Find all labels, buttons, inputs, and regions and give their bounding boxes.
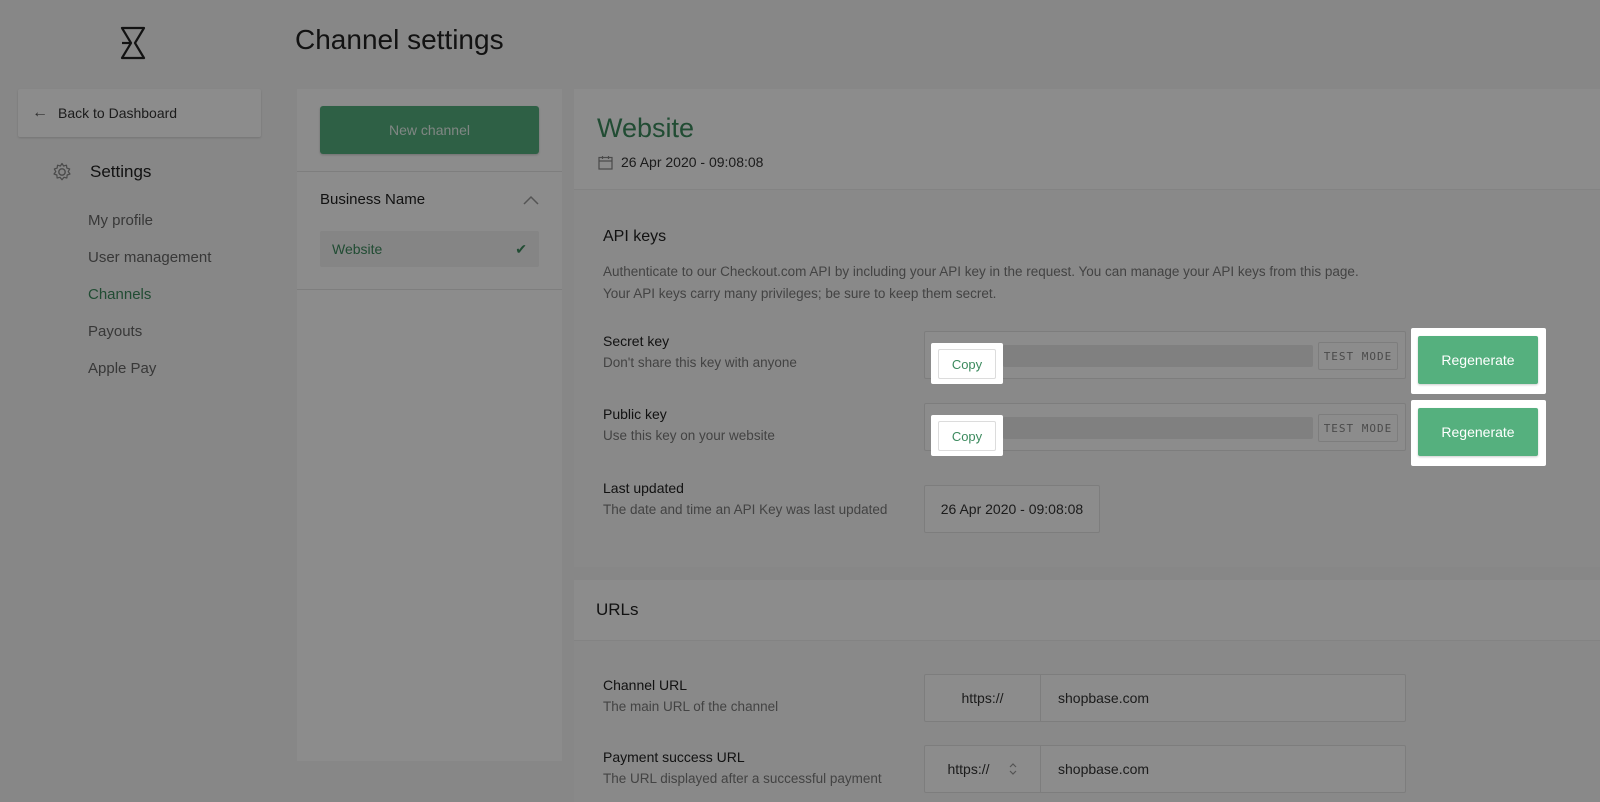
channel-header: Website 26 Apr 2020 - 09:08:08 — [574, 89, 1600, 189]
api-keys-title: API keys — [603, 228, 667, 245]
secret-key-value — [1003, 345, 1313, 367]
channel-url-label: Channel URL — [603, 677, 688, 693]
page-title: Channel settings — [295, 24, 504, 55]
hourglass-logo-icon — [120, 26, 146, 60]
channel-url-hint: The main URL of the channel — [603, 699, 779, 714]
new-channel-button[interactable]: New channel — [320, 106, 539, 154]
select-arrows-icon — [1009, 763, 1016, 775]
back-to-dashboard-label: Back to Dashboard — [58, 105, 178, 121]
channel-url-input[interactable]: shopbase.com — [1041, 675, 1405, 721]
secret-key-copy-button[interactable]: Copy — [938, 349, 996, 379]
success-url-label: Payment success URL — [603, 749, 745, 765]
channel-url-field: https:// shopbase.com — [924, 674, 1406, 722]
arrow-left-icon: ← — [32, 104, 48, 121]
secret-key-regenerate-button[interactable]: Regenerate — [1418, 336, 1538, 384]
api-keys-description-line-1: Authenticate to our Checkout.com API by … — [603, 264, 1359, 279]
gear-icon — [53, 162, 71, 181]
api-keys-description-line-2: Your API keys carry many privileges; be … — [603, 286, 997, 301]
public-key-hint: Use this key on your website — [603, 428, 775, 443]
last-updated-value: 26 Apr 2020 - 09:08:08 — [924, 485, 1100, 533]
settings-heading: Settings — [52, 162, 151, 182]
channel-url-protocol[interactable]: https:// — [925, 675, 1041, 721]
sidebar-item-payouts[interactable]: Payouts — [88, 321, 211, 358]
secret-key-regenerate-highlight: Regenerate — [1411, 328, 1546, 394]
public-key-copy-button[interactable]: Copy — [938, 421, 996, 451]
sidebar-item-user-management[interactable]: User management — [88, 247, 211, 284]
divider — [297, 289, 562, 290]
urls-section-header: URLs — [574, 580, 1600, 640]
channel-list-panel: New channel Business Name Website ✔ — [297, 89, 562, 761]
last-updated-label: Last updated — [603, 480, 684, 496]
urls-section-body: Channel URL The main URL of the channel … — [574, 640, 1600, 802]
business-name: Business Name — [320, 191, 426, 208]
sidebar-item-my-profile[interactable]: My profile — [88, 210, 211, 247]
sidebar-item-apple-pay[interactable]: Apple Pay — [88, 358, 211, 395]
public-key-label: Public key — [603, 406, 667, 422]
channel-title: Website — [597, 113, 695, 143]
public-key-regenerate-button[interactable]: Regenerate — [1418, 408, 1538, 456]
settings-nav: My profile User management Channels Payo… — [88, 210, 211, 395]
back-to-dashboard-button[interactable]: ← Back to Dashboard — [18, 89, 261, 137]
channel-url-protocol-value: https:// — [961, 690, 1004, 706]
business-group-header[interactable]: Business Name — [320, 191, 539, 208]
secret-key-copy-highlight: Copy — [931, 343, 1003, 384]
api-keys-description: Authenticate to our Checkout.com API by … — [603, 261, 1403, 305]
secret-key-label: Secret key — [603, 333, 670, 349]
channel-item-label: Website — [332, 241, 383, 257]
last-updated-hint: The date and time an API Key was last up… — [603, 502, 888, 517]
calendar-icon — [598, 155, 613, 170]
channel-item-website[interactable]: Website ✔ — [320, 231, 539, 267]
public-key-value — [1003, 417, 1313, 439]
secret-key-mode-badge: TEST MODE — [1318, 342, 1398, 370]
urls-title: URLs — [596, 600, 639, 619]
success-url-input[interactable]: shopbase.com — [1041, 746, 1405, 792]
checkmark-icon: ✔ — [515, 240, 527, 257]
sidebar-item-channels[interactable]: Channels — [88, 284, 211, 321]
chevron-up-icon[interactable] — [523, 195, 539, 205]
success-url-field: https:// shopbase.com — [924, 745, 1406, 793]
public-key-regenerate-highlight: Regenerate — [1411, 400, 1546, 466]
success-url-hint: The URL displayed after a successful pay… — [603, 771, 882, 786]
channel-created-date: 26 Apr 2020 - 09:08:08 — [598, 154, 763, 170]
settings-title: Settings — [90, 162, 152, 181]
divider — [297, 171, 562, 172]
secret-key-hint: Don't share this key with anyone — [603, 355, 797, 370]
public-key-copy-highlight: Copy — [931, 415, 1003, 456]
public-key-mode-badge: TEST MODE — [1318, 414, 1398, 442]
success-url-protocol-select[interactable]: https:// — [925, 746, 1041, 792]
channel-created-value: 26 Apr 2020 - 09:08:08 — [621, 154, 764, 170]
success-url-protocol-value: https:// — [947, 761, 990, 777]
